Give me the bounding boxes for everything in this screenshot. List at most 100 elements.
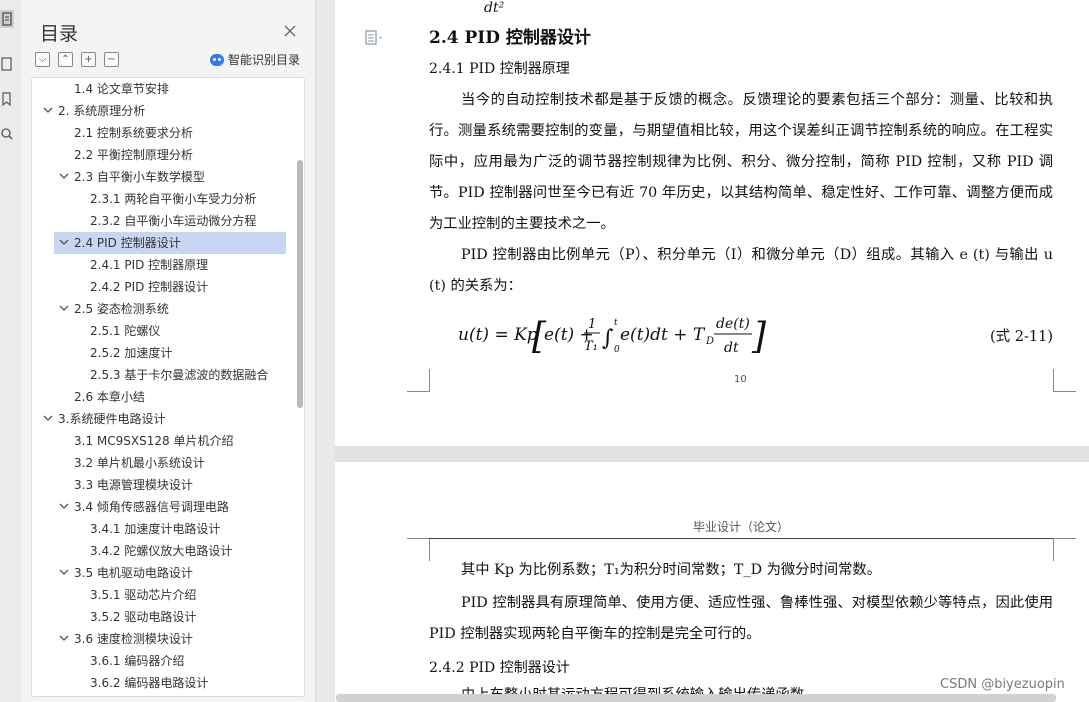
svg-text:1: 1: [588, 317, 596, 332]
pages-rail-icon[interactable]: [0, 55, 14, 73]
toc-scrollbar[interactable]: [297, 160, 303, 408]
toc-item-label: 2.4.1 PID 控制器原理: [90, 258, 209, 272]
subsection-heading-2: 2.4.2 PID 控制器设计: [429, 660, 570, 676]
horizontal-scrollbar[interactable]: [336, 694, 1056, 702]
toc-rail-icon[interactable]: [0, 10, 14, 28]
chevron-down-icon[interactable]: [42, 412, 54, 424]
toc-item[interactable]: 2.5.3 基于卡尔曼滤波的数据融合: [32, 364, 284, 386]
toc-item-label: 2.4.2 PID 控制器设计: [90, 280, 209, 294]
toc-item[interactable]: 3.6.2 编码器电路设计: [32, 672, 284, 694]
toc-item-label: 2.2 平衡控制原理分析: [74, 148, 193, 162]
toc-item[interactable]: 2.2 平衡控制原理分析: [32, 144, 284, 166]
toc-item[interactable]: 2.5.2 加速度计: [32, 342, 284, 364]
chevron-down-icon[interactable]: [42, 104, 54, 116]
ai-toc-label: 智能识别目录: [228, 53, 301, 67]
toc-item-label: 3.5 电机驱动电路设计: [74, 566, 193, 580]
toc-item[interactable]: 2.5 姿态检测系统: [32, 298, 284, 320]
toc-item[interactable]: 3.4.2 陀螺仪放大电路设计: [32, 540, 284, 562]
page-corner-mark: [407, 538, 430, 561]
toc-item[interactable]: 3.4 倾角传感器信号调理电路: [32, 496, 284, 518]
toc-item-label: 2.3.2 自平衡小车运动微分方程: [90, 214, 257, 228]
toc-item-label: 3.4 倾角传感器信号调理电路: [74, 500, 229, 514]
toc-item-label: 2.5.1 陀螺仪: [90, 324, 161, 338]
svg-text:0: 0: [614, 345, 620, 355]
paragraph-pid-units: PID 控制器由比例单元（P）、积分单元（I）和微分单元（D）组成。其输入 e …: [429, 247, 1053, 294]
add-heading-button[interactable]: +: [81, 52, 96, 67]
document-menu-icon[interactable]: [364, 30, 386, 46]
toc-item-label: 2.3.1 两轮自平衡小车受力分析: [90, 192, 257, 206]
page-corner-mark: [1053, 369, 1076, 392]
svg-text:e(t)dt + T: e(t)dt + T: [620, 325, 706, 345]
paragraph-pid-features: PID 控制器具有原理简单、使用方便、适应性强、鲁棒性强、对模型依赖少等特点，因…: [429, 595, 1053, 642]
toc-item-label: 3.3 电源管理模块设计: [74, 478, 193, 492]
remove-heading-button[interactable]: −: [104, 52, 119, 67]
paragraph-constants: 其中 Kp 为比例系数；T₁为积分时间常数；T_D 为微分时间常数。: [461, 562, 882, 578]
page-number: 10: [734, 374, 747, 385]
chevron-down-icon[interactable]: [58, 236, 70, 248]
toc-item[interactable]: 3.3 电源管理模块设计: [32, 474, 284, 496]
search-rail-icon[interactable]: [0, 125, 14, 143]
toc-item[interactable]: 3.1 MC9SXS128 单片机介绍: [32, 430, 284, 452]
chevron-down-icon[interactable]: [58, 632, 70, 644]
toc-item-label: 1.4 论文章节安排: [74, 82, 169, 96]
svg-text:u(t) = Kp: u(t) = Kp: [458, 325, 538, 345]
toc-item[interactable]: 1.4 论文章节安排: [32, 78, 284, 100]
collapse-all-button[interactable]: ⌵: [35, 52, 50, 67]
svg-text:de(t): de(t): [716, 316, 750, 332]
toc-item-label: 3.4.1 加速度计电路设计: [90, 522, 221, 536]
document-gutter: [316, 0, 335, 702]
toc-item[interactable]: 2.3.2 自平衡小车运动微分方程: [32, 210, 284, 232]
toc-item[interactable]: 2. 系统原理分析: [32, 100, 284, 122]
toc-item[interactable]: 3.系统硬件电路设计: [32, 408, 284, 430]
cut-formula-fragment: dt²: [484, 0, 505, 16]
toc-item[interactable]: 3.6 速度检测模块设计: [32, 628, 284, 650]
paragraph-feedback: 当今的自动控制技术都是基于反馈的概念。反馈理论的要素包括三个部分：测量、比较和执…: [429, 92, 1053, 232]
toc-item-label: 3.5.1 驱动芯片介绍: [90, 588, 197, 602]
toc-item-label: 2. 系统原理分析: [58, 104, 146, 118]
page-header: 毕业设计（论文）: [693, 520, 790, 534]
toc-item[interactable]: 2.3 自平衡小车数学模型: [32, 166, 284, 188]
svg-text:t: t: [614, 318, 618, 328]
close-icon[interactable]: [283, 23, 297, 37]
toc-item[interactable]: 3.4.1 加速度计电路设计: [32, 518, 284, 540]
chevron-down-icon[interactable]: [58, 500, 70, 512]
toc-item-label: 3.2 单片机最小系统设计: [74, 456, 205, 470]
expand-up-button[interactable]: ⌃: [58, 52, 73, 67]
toc-item-label: 2.5.2 加速度计: [90, 346, 173, 360]
toc-panel: 目录 ⌵ ⌃ + − 智能识别目录 1.4 论文章节安排 2. 系统原理分析 2.1…: [21, 0, 316, 702]
panel-title: 目录: [40, 23, 79, 45]
toc-item[interactable]: 2.3.1 两轮自平衡小车受力分析: [32, 188, 284, 210]
toc-item[interactable]: 2.4.2 PID 控制器设计: [32, 276, 284, 298]
ai-toc-button[interactable]: 智能识别目录: [210, 51, 300, 68]
chevron-down-icon[interactable]: [58, 302, 70, 314]
subsection-heading: 2.4.1 PID 控制器原理: [429, 61, 570, 77]
toc-item-label: 2.1 控制系统要求分析: [74, 126, 193, 140]
page-corner-mark: [407, 369, 430, 392]
toc-item[interactable]: 2.6 本章小结: [32, 386, 284, 408]
toc-item[interactable]: 3.5.2 驱动电路设计: [32, 606, 284, 628]
watermark: CSDN @biyezuopin: [940, 677, 1065, 692]
header-rule: [429, 538, 1053, 539]
toc-item-label: 3.1 MC9SXS128 单片机介绍: [74, 434, 234, 448]
toc-item[interactable]: 2.4 PID 控制器设计: [54, 232, 286, 254]
bookmark-rail-icon[interactable]: [0, 90, 14, 108]
svg-text:]: ]: [751, 316, 767, 357]
pid-formula: u(t) = Kp [ e(t) + 1 T₁ ∫ 0 t e(t)dt + T…: [458, 308, 767, 368]
toc-item[interactable]: 2.4.1 PID 控制器原理: [32, 254, 284, 276]
toc-item-label: 3.系统硬件电路设计: [58, 412, 166, 426]
toc-item-label: 3.6.2 编码器电路设计: [90, 676, 209, 690]
chevron-down-icon[interactable]: [58, 170, 70, 182]
section-heading: 2.4 PID 控制器设计: [429, 28, 591, 48]
toc-item[interactable]: 3.2 单片机最小系统设计: [32, 452, 284, 474]
toc-item[interactable]: 2.1 控制系统要求分析: [32, 122, 284, 144]
chevron-down-icon[interactable]: [58, 566, 70, 578]
svg-text:dt: dt: [724, 340, 739, 356]
toc-item[interactable]: 3.5 电机驱动电路设计: [32, 562, 284, 584]
svg-text:T₁: T₁: [584, 339, 598, 354]
equation-label: (式 2-11): [990, 329, 1053, 345]
toc-item[interactable]: 3.5.1 驱动芯片介绍: [32, 584, 284, 606]
toc-item-label: 2.3 自平衡小车数学模型: [74, 170, 205, 184]
toc-item[interactable]: 2.5.1 陀螺仪: [32, 320, 284, 342]
toc-item[interactable]: 3.6.1 编码器介绍: [32, 650, 284, 672]
toc-item-label: 3.4.2 陀螺仪放大电路设计: [90, 544, 233, 558]
